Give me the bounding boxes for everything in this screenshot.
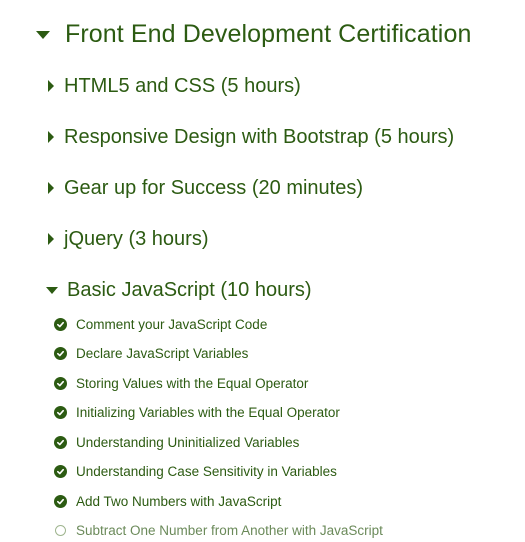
- section-label: HTML5 and CSS (5 hours): [64, 74, 301, 97]
- lesson-item[interactable]: Initializing Variables with the Equal Op…: [54, 401, 340, 423]
- lesson-item[interactable]: Add Two Numbers with JavaScript: [54, 490, 281, 512]
- check-circle-icon: [54, 376, 67, 390]
- section-label: Gear up for Success (20 minutes): [64, 176, 364, 199]
- certification-title: Front End Development Certification: [65, 19, 472, 48]
- lesson-item[interactable]: Storing Values with the Equal Operator: [54, 372, 308, 394]
- section-jquery[interactable]: jQuery (3 hours): [45, 224, 209, 254]
- check-circle-icon: [54, 317, 67, 331]
- lesson-label: Understanding Uninitialized Variables: [76, 434, 300, 450]
- check-circle-icon: [54, 494, 67, 508]
- lesson-label: Subtract One Number from Another with Ja…: [76, 522, 383, 538]
- section-responsive-design[interactable]: Responsive Design with Bootstrap (5 hour…: [45, 122, 454, 152]
- caret-down-icon: [36, 31, 50, 39]
- check-circle-icon: [54, 435, 67, 449]
- lesson-label: Comment your JavaScript Code: [76, 316, 268, 332]
- check-circle-icon: [54, 464, 67, 478]
- lesson-item[interactable]: Comment your JavaScript Code: [54, 313, 267, 335]
- section-html5-css[interactable]: HTML5 and CSS (5 hours): [45, 71, 301, 101]
- section-basic-javascript[interactable]: Basic JavaScript (10 hours): [45, 275, 312, 305]
- certification-header[interactable]: Front End Development Certification: [36, 14, 471, 54]
- lesson-label: Declare JavaScript Variables: [76, 345, 249, 361]
- lesson-label: Understanding Case Sensitivity in Variab…: [76, 463, 337, 479]
- check-circle-icon: [54, 346, 67, 360]
- lesson-label: Storing Values with the Equal Operator: [76, 375, 309, 391]
- lesson-item[interactable]: Subtract One Number from Another with Ja…: [54, 519, 383, 541]
- section-gear-up[interactable]: Gear up for Success (20 minutes): [45, 173, 363, 203]
- lesson-item[interactable]: Understanding Case Sensitivity in Variab…: [54, 460, 337, 482]
- caret-down-icon: [46, 286, 58, 294]
- lesson-item[interactable]: Declare JavaScript Variables: [54, 342, 248, 364]
- section-label: Responsive Design with Bootstrap (5 hour…: [64, 125, 455, 148]
- caret-right-icon: [48, 233, 54, 245]
- caret-right-icon: [48, 182, 54, 194]
- lesson-label: Initializing Variables with the Equal Op…: [76, 404, 340, 420]
- empty-circle-icon: [55, 524, 66, 536]
- section-label: Basic JavaScript (10 hours): [67, 278, 312, 301]
- lesson-label: Add Two Numbers with JavaScript: [76, 493, 282, 509]
- caret-right-icon: [48, 131, 54, 143]
- caret-right-icon: [48, 80, 54, 92]
- section-label: jQuery (3 hours): [64, 227, 209, 250]
- lesson-item[interactable]: Understanding Uninitialized Variables: [54, 431, 299, 453]
- check-circle-icon: [54, 405, 67, 419]
